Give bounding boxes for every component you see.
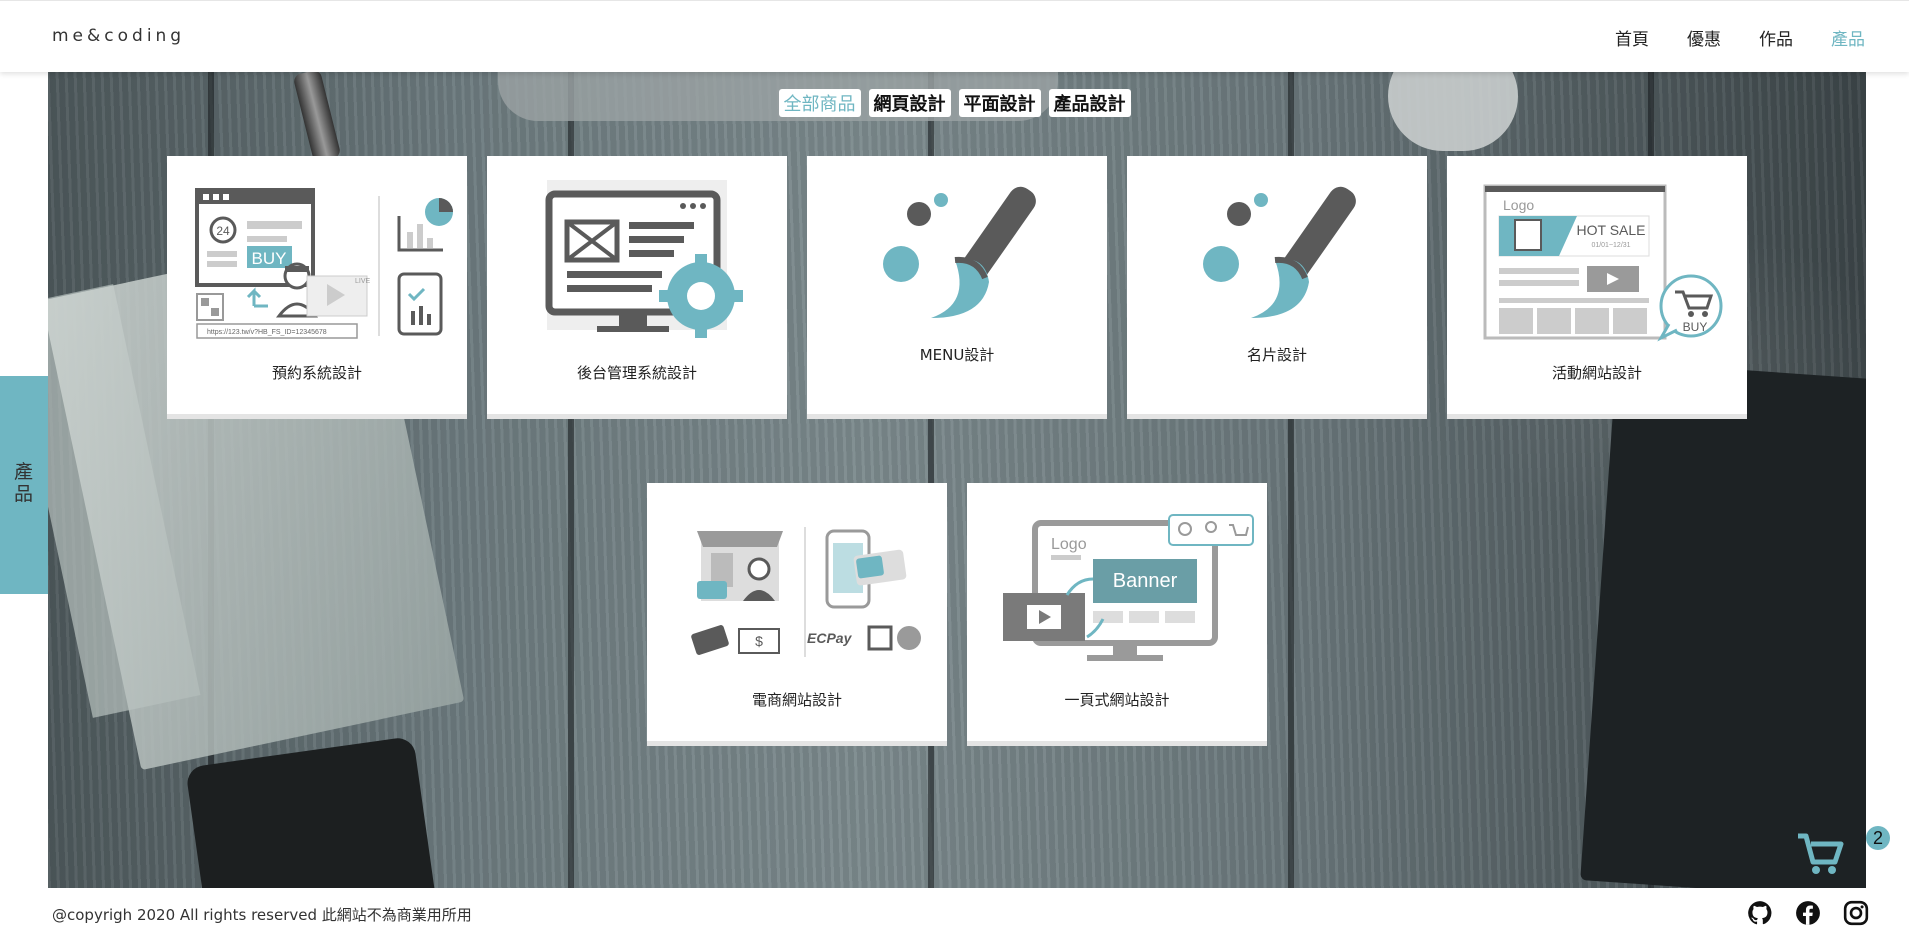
- brush-illustration: [1203, 186, 1356, 318]
- one-page-website-illustration: Logo Banner: [1003, 514, 1254, 661]
- svg-text:Logo: Logo: [1051, 536, 1087, 553]
- admin-system-illustration: [545, 180, 743, 338]
- instagram-icon[interactable]: [1843, 900, 1869, 926]
- bg-dark-notebook: [1580, 361, 1866, 888]
- svg-text:BUY: BUY: [252, 249, 287, 268]
- bg-pen: [292, 71, 342, 164]
- filter-graphic-design[interactable]: 平面設計: [958, 89, 1041, 117]
- copyright-text: @copyrigh 2020 All rights reserved 此網站不為…: [52, 906, 472, 924]
- product-label: 名片設計: [1246, 346, 1307, 364]
- product-label: 活動網站設計: [1551, 364, 1642, 382]
- facebook-icon[interactable]: [1795, 900, 1821, 926]
- svg-text:Banner: Banner: [1113, 570, 1178, 592]
- product-label: 預約系統設計: [271, 364, 362, 382]
- svg-text:01/01~12/31: 01/01~12/31: [1591, 242, 1630, 249]
- main-nav: 首頁 優惠 作品 產品: [1577, 25, 1865, 50]
- filter-web-design[interactable]: 網頁設計: [868, 89, 951, 117]
- filter-product-design[interactable]: 產品設計: [1048, 89, 1131, 117]
- product-card-business-card[interactable]: 名片設計: [1127, 156, 1427, 414]
- product-label: 一頁式網站設計: [1064, 691, 1170, 709]
- svg-text:24: 24: [216, 224, 230, 238]
- product-card-event-site[interactable]: Logo HOT SALE 01/01~12/31 BUY 活動網站設計: [1447, 156, 1747, 414]
- top-header: me&coding 首頁 優惠 作品 產品: [0, 0, 1909, 72]
- svg-text:LIVE: LIVE: [355, 278, 371, 285]
- bg-phone: [185, 735, 441, 888]
- filter-all[interactable]: 全部商品: [778, 89, 861, 117]
- product-label: 後台管理系統設計: [576, 364, 697, 382]
- svg-text:BUY: BUY: [1683, 320, 1708, 334]
- svg-text:ECPay: ECPay: [807, 630, 853, 646]
- product-card-menu[interactable]: MENU設計: [807, 156, 1107, 414]
- svg-text:HOT SALE: HOT SALE: [1577, 222, 1646, 238]
- social-links: [1725, 900, 1869, 926]
- svg-text:https://123.tw/v?HB_FS_ID=1234: https://123.tw/v?HB_FS_ID=12345678: [207, 329, 327, 336]
- ecommerce-illustration: $ ECPay: [691, 527, 921, 657]
- cart-count-badge: 2: [1866, 826, 1890, 850]
- github-icon[interactable]: [1747, 900, 1773, 926]
- svg-text:$: $: [755, 633, 763, 649]
- event-website-illustration: Logo HOT SALE 01/01~12/31 BUY: [1483, 184, 1723, 342]
- category-filters: 全部商品 網頁設計 平面設計 產品設計: [0, 89, 1909, 117]
- booking-system-illustration: 24 BUY LIVE https://123.tw/v?HB_FS_ID=12…: [195, 188, 453, 339]
- side-tab-label: 產品: [14, 461, 34, 505]
- product-card-booking[interactable]: 24 BUY LIVE https://123.tw/v?HB_FS_ID=12…: [167, 156, 467, 414]
- product-card-one-page[interactable]: Logo Banner 一頁式網站設計: [967, 483, 1267, 741]
- side-tab-products[interactable]: 產品: [0, 376, 48, 594]
- brush-illustration: [883, 186, 1036, 318]
- nav-works[interactable]: 作品: [1759, 25, 1793, 50]
- nav-products[interactable]: 產品: [1831, 25, 1865, 50]
- product-card-ecommerce[interactable]: $ ECPay 電商網站設計: [647, 483, 947, 741]
- product-card-admin[interactable]: 後台管理系統設計: [487, 156, 787, 414]
- nav-home[interactable]: 首頁: [1615, 25, 1649, 50]
- product-label: 電商網站設計: [751, 691, 842, 709]
- product-label: MENU設計: [919, 346, 995, 364]
- nav-offers[interactable]: 優惠: [1687, 25, 1721, 50]
- cart-icon[interactable]: [1796, 828, 1844, 878]
- site-logo[interactable]: me&coding: [52, 26, 185, 46]
- svg-text:Logo: Logo: [1503, 197, 1534, 213]
